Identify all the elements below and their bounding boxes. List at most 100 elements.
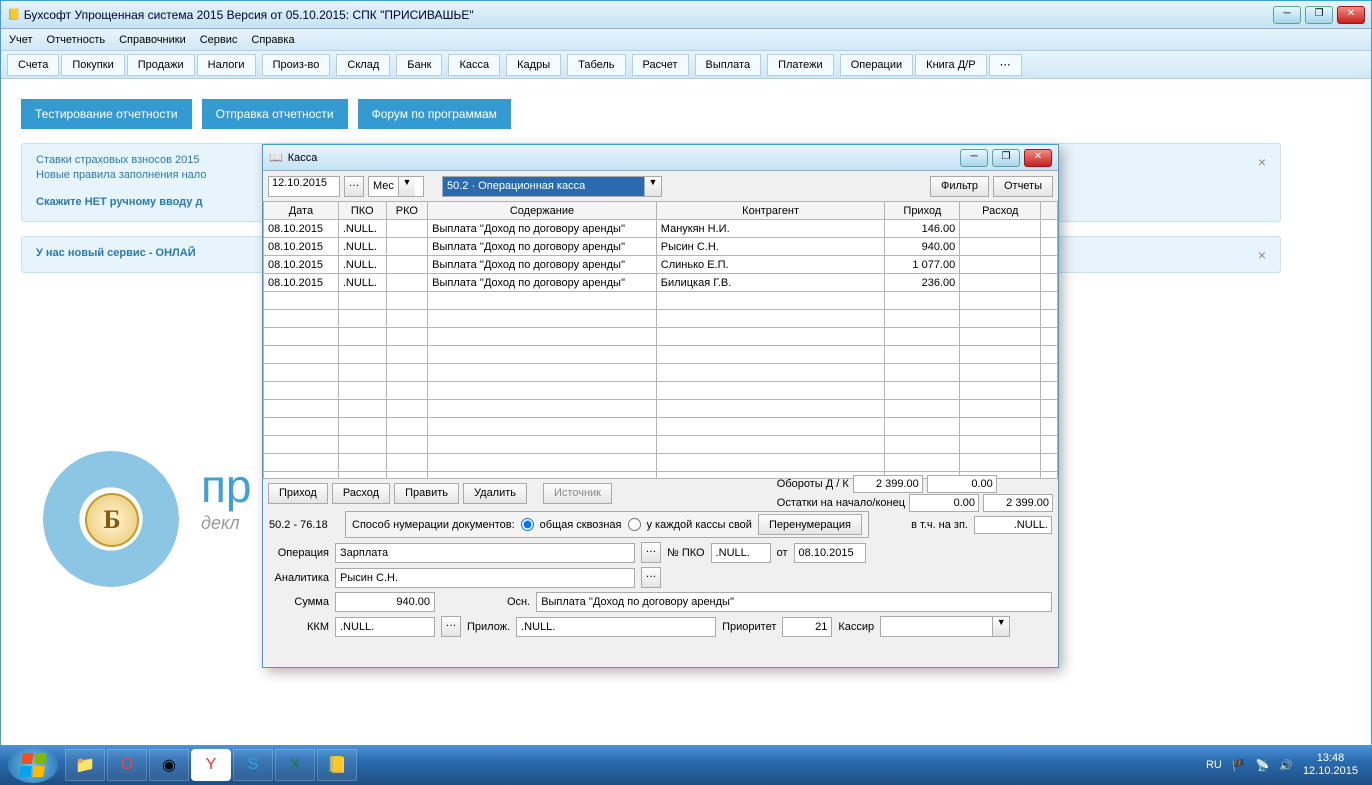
tool-more[interactable]: ⋯: [989, 54, 1022, 76]
modal-close-button[interactable]: ✕: [1024, 149, 1052, 167]
menubar: Учет Отчетность Справочники Сервис Справ…: [1, 29, 1371, 51]
edit-button[interactable]: Править: [394, 483, 459, 504]
doc-date-input[interactable]: 08.10.2015: [794, 543, 866, 563]
menu-uchet[interactable]: Учет: [9, 34, 33, 46]
modal-minimize-button[interactable]: ─: [960, 149, 988, 167]
col-pko[interactable]: ПКО: [338, 202, 386, 220]
table-row[interactable]: [264, 328, 1058, 346]
modal-maximize-button[interactable]: ❐: [992, 149, 1020, 167]
tool-kadry[interactable]: Кадры: [506, 54, 561, 76]
renumber-button[interactable]: Перенумерация: [758, 514, 862, 535]
tool-kniga[interactable]: Книга Д/Р: [915, 54, 986, 76]
tray-flag-icon[interactable]: 🏴: [1232, 759, 1246, 772]
income-button[interactable]: Приход: [268, 483, 328, 504]
tool-vyplata[interactable]: Выплата: [695, 54, 762, 76]
priority-input[interactable]: 21: [782, 617, 832, 637]
taskbar-explorer-icon[interactable]: 📁: [65, 749, 105, 781]
book-icon: 📖: [269, 151, 283, 164]
col-date[interactable]: Дата: [264, 202, 339, 220]
taskbar-opera-icon[interactable]: O: [107, 749, 147, 781]
table-row[interactable]: [264, 346, 1058, 364]
banner2-close-icon[interactable]: ×: [1258, 247, 1266, 263]
tray-network-icon[interactable]: 📡: [1256, 759, 1270, 772]
logo-text: пр декл: [201, 459, 252, 534]
start-button[interactable]: [8, 747, 58, 783]
cash-grid[interactable]: Дата ПКО РКО Содержание Контрагент Прихо…: [263, 201, 1058, 479]
tool-nalogi[interactable]: Налоги: [197, 54, 256, 76]
attach-input[interactable]: .NULL.: [516, 617, 716, 637]
filter-button[interactable]: Фильтр: [930, 176, 989, 197]
col-rko[interactable]: РКО: [386, 202, 428, 220]
tool-raschet[interactable]: Расчет: [632, 54, 689, 76]
date-input[interactable]: 12.10.2015: [268, 176, 340, 197]
minimize-button[interactable]: ─: [1273, 6, 1301, 24]
table-row[interactable]: [264, 364, 1058, 382]
taskbar-buhsoft-icon[interactable]: 📒: [317, 749, 357, 781]
tool-proizvo[interactable]: Произ-во: [262, 54, 331, 76]
tool-prodazhi[interactable]: Продажи: [127, 54, 195, 76]
tray-volume-icon[interactable]: 🔊: [1279, 759, 1293, 772]
col-in[interactable]: Приход: [885, 202, 960, 220]
turnover-debit: 2 399.00: [853, 475, 923, 493]
operation-lookup-button[interactable]: …: [641, 542, 661, 563]
basis-input[interactable]: Выплата ''Доход по договору аренды'': [536, 592, 1052, 612]
delete-button[interactable]: Удалить: [463, 483, 527, 504]
cash-account-combo[interactable]: 50.2 · Операционная касса ▼: [442, 176, 662, 197]
tool-bank[interactable]: Банк: [396, 54, 442, 76]
table-row[interactable]: [264, 310, 1058, 328]
chevron-down-icon: ▼: [644, 177, 661, 196]
tool-tabel[interactable]: Табель: [567, 54, 625, 76]
col-agent[interactable]: Контрагент: [656, 202, 885, 220]
send-reporting-button[interactable]: Отправка отчетности: [202, 99, 348, 129]
sum-input[interactable]: 940.00: [335, 592, 435, 612]
close-button[interactable]: ✕: [1337, 6, 1365, 24]
tool-pokupki[interactable]: Покупки: [61, 54, 124, 76]
table-row[interactable]: [264, 382, 1058, 400]
test-reporting-button[interactable]: Тестирование отчетности: [21, 99, 192, 129]
table-row[interactable]: 08.10.2015.NULL.Выплата ''Доход по догов…: [264, 256, 1058, 274]
source-button[interactable]: Источник: [543, 483, 612, 504]
lang-indicator[interactable]: RU: [1206, 759, 1222, 771]
table-row[interactable]: [264, 454, 1058, 472]
menu-spravochniki[interactable]: Справочники: [119, 34, 186, 46]
analytics-input[interactable]: Рысин С.Н.: [335, 568, 635, 588]
cashier-combo[interactable]: ▼: [880, 616, 1010, 637]
forum-button[interactable]: Форум по программам: [358, 99, 511, 129]
menu-spravka[interactable]: Справка: [251, 34, 294, 46]
tool-kassa[interactable]: Касса: [448, 54, 500, 76]
kkm-lookup-button[interactable]: …: [441, 616, 461, 637]
app-icon: 📒: [7, 8, 21, 21]
taskbar-yandex-icon[interactable]: Y: [191, 749, 231, 781]
maximize-button[interactable]: ❐: [1305, 6, 1333, 24]
taskbar-chrome-icon[interactable]: ◉: [149, 749, 189, 781]
col-out[interactable]: Расход: [960, 202, 1041, 220]
table-row[interactable]: 08.10.2015.NULL.Выплата ''Доход по догов…: [264, 220, 1058, 238]
banner1-close-icon[interactable]: ×: [1258, 154, 1266, 170]
tool-platezhi[interactable]: Платежи: [767, 54, 834, 76]
menu-servis[interactable]: Сервис: [200, 34, 238, 46]
operation-input[interactable]: Зарплата: [335, 543, 635, 563]
col-content[interactable]: Содержание: [428, 202, 657, 220]
table-row[interactable]: [264, 292, 1058, 310]
tool-scheta[interactable]: Счета: [7, 54, 59, 76]
date-picker-button[interactable]: …: [344, 176, 364, 197]
tray-clock[interactable]: 13:48 12.10.2015: [1303, 752, 1358, 778]
menu-otchetnost[interactable]: Отчетность: [47, 34, 106, 46]
table-row[interactable]: 08.10.2015.NULL.Выплата ''Доход по догов…: [264, 274, 1058, 292]
kkm-input[interactable]: .NULL.: [335, 617, 435, 637]
table-row[interactable]: 08.10.2015.NULL.Выплата ''Доход по догов…: [264, 238, 1058, 256]
reports-button[interactable]: Отчеты: [993, 176, 1053, 197]
table-row[interactable]: [264, 400, 1058, 418]
period-combo[interactable]: Мес ▼: [368, 176, 424, 197]
analytics-lookup-button[interactable]: …: [641, 567, 661, 588]
taskbar-skype-icon[interactable]: S: [233, 749, 273, 781]
numbering-percash-radio[interactable]: [628, 518, 641, 531]
taskbar-excel-icon[interactable]: X: [275, 749, 315, 781]
table-row[interactable]: [264, 418, 1058, 436]
expense-button[interactable]: Расход: [332, 483, 390, 504]
tool-operatsii[interactable]: Операции: [840, 54, 913, 76]
tool-sklad[interactable]: Склад: [336, 54, 390, 76]
numbering-global-radio[interactable]: [521, 518, 534, 531]
table-row[interactable]: [264, 436, 1058, 454]
pko-number-input[interactable]: .NULL.: [711, 543, 771, 563]
